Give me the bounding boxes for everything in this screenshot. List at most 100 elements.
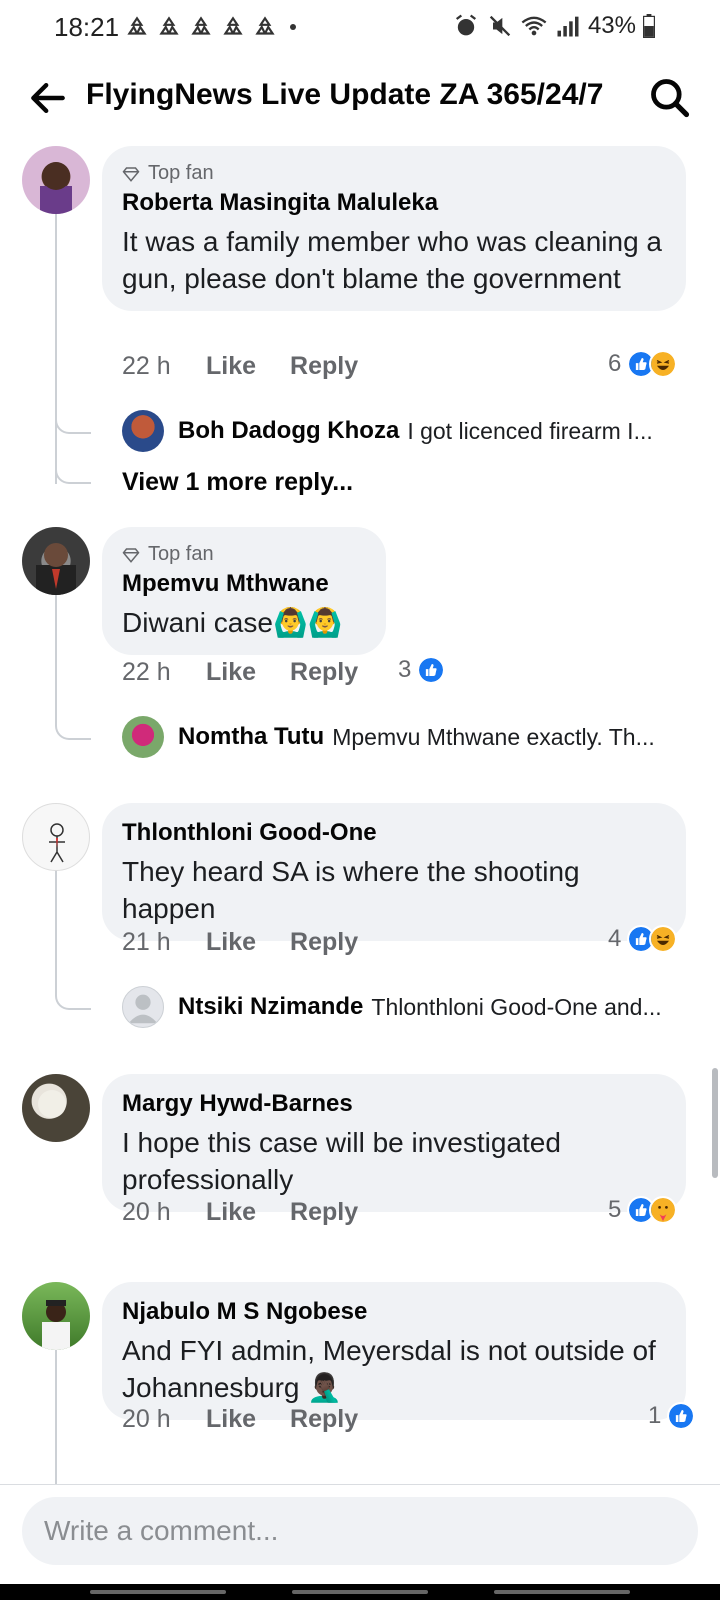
comment-text: I hope this case will be investigated pr… [122, 1127, 561, 1195]
reaction-summary[interactable]: 3 [398, 656, 446, 684]
recycle-notification-icon [159, 16, 179, 35]
badge-label: Top fan [148, 162, 214, 184]
app-header: FlyingNews Live Update ZA 365/24/7 [0, 60, 720, 140]
reply-button[interactable]: Reply [290, 928, 358, 957]
comment-author[interactable]: Roberta Masingita Maluleka [122, 189, 666, 217]
thread-line [55, 1350, 57, 1484]
comment-input[interactable] [22, 1497, 698, 1565]
avatar[interactable] [22, 803, 90, 871]
reply-button[interactable]: Reply [290, 658, 358, 687]
recycle-notification-icon [127, 16, 147, 35]
nav-back-button[interactable] [494, 1590, 630, 1594]
reply-button[interactable]: Reply [290, 352, 358, 381]
comment-bubble[interactable]: Njabulo M S Ngobese And FYI admin, Meyer… [102, 1282, 686, 1420]
reply-author[interactable]: Ntsiki Nzimande [178, 993, 363, 1021]
diamond-icon [122, 166, 140, 182]
comment-author[interactable]: Njabulo M S Ngobese [122, 1298, 666, 1326]
comment-time[interactable]: 22 h [122, 658, 206, 687]
reply-button[interactable]: Reply [290, 1198, 358, 1227]
comment-composer [0, 1484, 720, 1588]
battery-icon [643, 14, 655, 38]
view-more-replies-link[interactable]: View 1 more reply... [122, 468, 353, 497]
like-button[interactable]: Like [206, 1405, 256, 1434]
more-notifications-dot [290, 24, 296, 30]
like-icon [417, 656, 446, 684]
reaction-count: 1 [648, 1402, 662, 1429]
thread-connector [55, 410, 91, 434]
thread-connector [55, 986, 91, 1010]
comment-author[interactable]: Margy Hywd-Barnes [122, 1090, 666, 1118]
thread-connector [55, 460, 91, 484]
diamond-icon [122, 547, 140, 563]
comment-actions: 22 h Like Reply [122, 352, 392, 381]
like-button[interactable]: Like [206, 928, 256, 957]
comment-bubble[interactable]: Margy Hywd-Barnes I hope this case will … [102, 1074, 686, 1212]
like-icon [667, 1402, 696, 1430]
thread-line [55, 214, 57, 484]
thread-line [55, 595, 57, 725]
thread-connector [55, 716, 91, 740]
comment-time[interactable]: 20 h [122, 1405, 206, 1434]
avatar[interactable] [22, 146, 90, 214]
scrollbar-thumb[interactable] [712, 1068, 718, 1178]
comment-time[interactable]: 20 h [122, 1198, 206, 1227]
reaction-summary[interactable]: 5 [608, 1196, 678, 1224]
reply-snippet: Thlonthloni Good-One and... [371, 993, 662, 1020]
reaction-summary[interactable]: 4 [608, 925, 678, 953]
comment-time[interactable]: 22 h [122, 352, 206, 381]
avatar[interactable] [22, 1074, 90, 1142]
haha-icon [649, 925, 678, 953]
badge-label: Top fan [148, 543, 214, 565]
status-time: 18:21 [54, 12, 120, 42]
recycle-notification-icon [191, 16, 211, 35]
search-icon[interactable] [648, 76, 692, 120]
comment-text: Diwani case🙆‍♂️🙆‍♂️ [122, 607, 343, 638]
reaction-count: 4 [608, 925, 622, 952]
status-bar: 18:21 43% [0, 0, 720, 56]
reply-author[interactable]: Boh Dadogg Khoza [178, 417, 399, 445]
avatar[interactable] [22, 527, 90, 595]
comment-actions: 20 h Like Reply [122, 1405, 392, 1434]
wifi-icon [521, 16, 547, 36]
comment-author[interactable]: Thlonthloni Good-One [122, 819, 666, 847]
reaction-count: 6 [608, 350, 622, 377]
reply-preview[interactable]: Boh Dadogg Khoza I got licenced firearm … [122, 410, 653, 452]
back-arrow-icon[interactable] [26, 76, 70, 120]
nav-home-button[interactable] [292, 1590, 428, 1594]
comment-text: They heard SA is where the shooting happ… [122, 856, 580, 924]
reply-avatar[interactable] [122, 410, 164, 452]
comment-text: And FYI admin, Meyersdal is not outside … [122, 1335, 656, 1403]
top-fan-badge: Top fan [122, 162, 666, 185]
battery-percent: 43% [587, 12, 636, 39]
reply-preview[interactable]: Ntsiki Nzimande Thlonthloni Good-One and… [122, 986, 662, 1028]
comment-actions: 21 h Like Reply [122, 928, 392, 957]
comment-time[interactable]: 21 h [122, 928, 206, 957]
reply-avatar[interactable] [122, 986, 164, 1028]
reply-button[interactable]: Reply [290, 1405, 358, 1434]
reply-avatar[interactable] [122, 716, 164, 758]
haha-icon [649, 350, 678, 378]
like-button[interactable]: Like [206, 1198, 256, 1227]
system-navigation-bar [0, 1584, 720, 1600]
nav-recents-button[interactable] [90, 1590, 226, 1594]
comment-bubble[interactable]: Top fan Mpemvu Mthwane Diwani case🙆‍♂️🙆‍… [102, 527, 386, 655]
reply-author[interactable]: Nomtha Tutu [178, 723, 324, 751]
page-title: FlyingNews Live Update ZA 365/24/7 [86, 78, 604, 111]
recycle-notification-icon [255, 16, 275, 35]
reply-preview[interactable]: Nomtha Tutu Mpemvu Mthwane exactly. Th..… [122, 716, 655, 758]
reaction-summary[interactable]: 6 [608, 350, 678, 378]
avatar[interactable] [22, 1282, 90, 1350]
comment-actions: 22 h Like Reply [122, 658, 392, 687]
like-button[interactable]: Like [206, 352, 256, 381]
recycle-notification-icon [223, 16, 243, 35]
comment-author[interactable]: Mpemvu Mthwane [122, 570, 366, 598]
comment-bubble[interactable]: Top fan Roberta Masingita Maluleka It wa… [102, 146, 686, 311]
care-icon [649, 1196, 678, 1224]
status-right-icons: 43% [452, 12, 656, 40]
alarm-icon [455, 14, 476, 36]
reaction-summary[interactable]: 1 [648, 1402, 696, 1430]
reaction-count: 3 [398, 656, 412, 683]
reaction-count: 5 [608, 1196, 622, 1223]
like-button[interactable]: Like [206, 658, 256, 687]
comment-bubble[interactable]: Thlonthloni Good-One They heard SA is wh… [102, 803, 686, 941]
